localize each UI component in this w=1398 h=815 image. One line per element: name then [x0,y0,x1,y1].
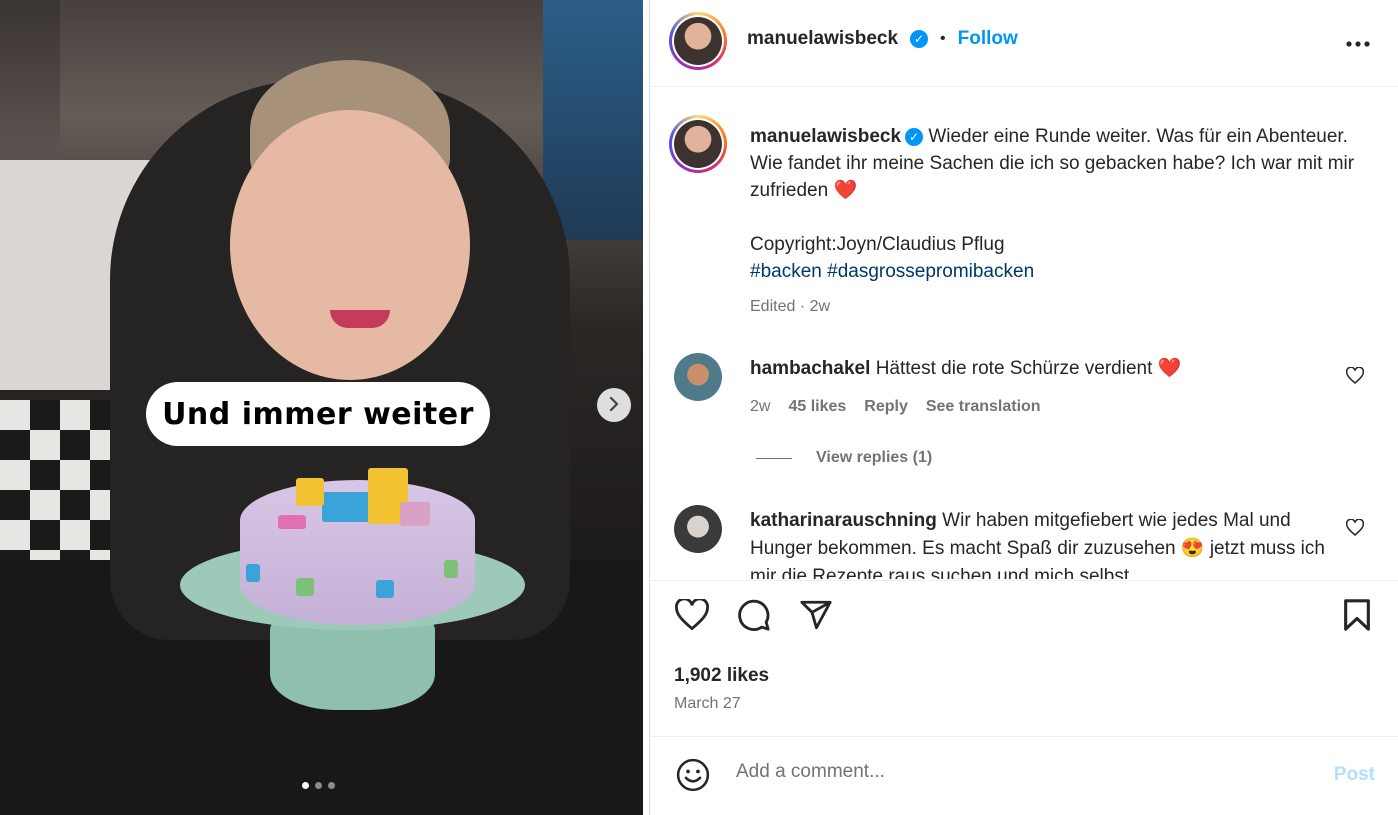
comments-list[interactable]: manuelawisbeck ✓ Wieder eine Runde weiter… [650,87,1398,579]
comment-icon [737,598,771,637]
caption-copyright: Copyright:Joyn/Claudius Pflug [750,234,1005,255]
bookmark-icon [1342,598,1372,637]
slide-dot [328,782,335,789]
slide-dot [315,782,322,789]
header-separator: • [940,30,946,47]
likes-count[interactable]: 1,902 likes [674,665,769,687]
caption-username[interactable]: manuelawisbeck [750,126,901,147]
add-comment-bar: Post [650,736,1398,815]
post-caption: manuelawisbeck ✓ Wieder eine Runde weiter… [750,123,1380,320]
view-replies-label: View replies (1) [816,449,933,466]
save-button[interactable] [1339,598,1375,637]
hashtag-link[interactable]: #dasgrossepromibacken [827,261,1034,282]
heart-icon [1345,518,1365,540]
share-icon [799,598,833,637]
follow-button[interactable]: Follow [958,28,1018,50]
media-caption-overlay: Und immer weiter [146,382,490,446]
share-button[interactable] [798,599,834,635]
cake-stand-base [270,620,435,710]
caption-meta: Edited · 2w [750,298,831,315]
heart-icon [675,597,709,635]
post-media[interactable]: Und immer weiter [0,0,643,815]
next-slide-button[interactable] [597,388,631,422]
caption-author-avatar[interactable] [669,115,727,173]
hashtag-link[interactable]: #backen [750,261,822,282]
see-translation-button[interactable]: See translation [926,393,1041,421]
background-window [543,0,643,240]
like-button[interactable] [674,597,710,635]
verified-badge-icon: ✓ [905,127,924,146]
chevron-right-icon [607,395,621,416]
lego-brick [296,578,314,596]
lego-brick [444,560,458,578]
comment-username[interactable]: hambachakel [750,358,870,379]
lego-brick [296,478,324,506]
comment-likes[interactable]: 45 likes [788,393,846,421]
person-face [230,110,470,380]
comment-like-button[interactable] [1345,366,1365,389]
comment-time: 2w [750,398,771,415]
post-details-panel: manuelawisbeck ✓ • Follow manuelawisbeck… [649,0,1398,815]
avatar[interactable] [674,353,722,401]
avatar[interactable] [674,505,722,553]
author-avatar[interactable] [669,12,727,70]
lego-brick [376,580,394,598]
comment-username[interactable]: katharinarauschning [750,510,937,531]
slide-dot-active [302,782,309,789]
ellipsis-icon [1345,28,1371,53]
reply-button[interactable]: Reply [864,393,908,421]
post-date[interactable]: March 27 [674,695,741,713]
slide-indicator [302,782,335,789]
heart-icon [1345,366,1365,388]
post-actions: 1,902 likes March 27 [650,580,1398,737]
emoji-icon [676,758,710,796]
avatar [674,17,722,65]
verified-badge-icon: ✓ [910,30,929,48]
view-replies-button[interactable]: View replies (1) [756,449,932,467]
comment-button[interactable] [736,599,772,635]
author-username[interactable]: manuelawisbeck [747,28,898,50]
post-header: manuelawisbeck ✓ • Follow [650,0,1398,87]
avatar [674,120,722,168]
post-comment-button[interactable]: Post [1334,764,1375,786]
replies-divider [756,457,792,459]
more-options-button[interactable] [1345,28,1371,54]
lego-brick [278,515,306,529]
comment-like-button[interactable] [1345,518,1365,541]
comment-input[interactable] [734,760,1298,784]
lego-brick [400,502,430,526]
overlay-text: Und immer weiter [162,396,474,432]
emoji-button[interactable] [676,758,710,797]
lego-brick [246,564,260,582]
person-lips [330,310,390,328]
comment-text: Hättest die rote Schürze verdient ❤️ [875,358,1182,379]
